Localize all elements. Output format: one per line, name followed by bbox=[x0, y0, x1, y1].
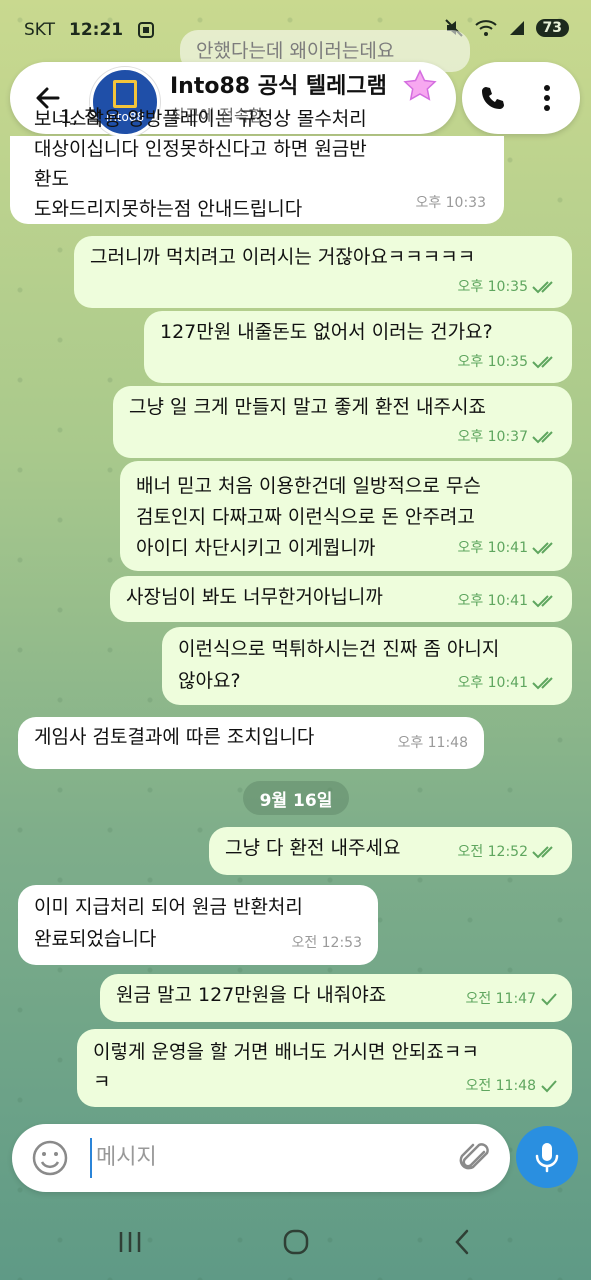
home-icon bbox=[283, 1229, 309, 1255]
message-bubble[interactable]: 이런식으로 먹튀하시는건 진짜 좀 아니지 않아요? 오후 10:41 bbox=[162, 627, 572, 705]
recents-button[interactable] bbox=[100, 1220, 160, 1264]
screenshot-icon bbox=[138, 22, 155, 38]
message-partial-prefix: 1, 참 bbox=[60, 106, 102, 128]
message-input[interactable]: 메시지 bbox=[90, 1138, 456, 1178]
chevron-left-icon bbox=[455, 1229, 469, 1255]
clock: 12:21 bbox=[69, 20, 124, 40]
message-bubble[interactable]: 그냥 일 크게 만들지 말고 좋게 환전 내주시죠 오후 10:37 bbox=[113, 386, 572, 458]
premium-star-icon bbox=[403, 69, 437, 101]
message-bubble[interactable]: 배너 믿고 처음 이용한건데 일방적으로 무슨 검토인지 다짜고짜 이런식으로 … bbox=[120, 461, 572, 571]
message-time: 오후 10:33 bbox=[415, 195, 486, 211]
sent-check-icon bbox=[541, 1080, 557, 1093]
system-navigation-bar bbox=[0, 1200, 591, 1280]
signal-icon bbox=[509, 21, 524, 35]
smiley-icon bbox=[32, 1140, 68, 1176]
message-composer: 메시지 bbox=[12, 1124, 510, 1192]
call-button[interactable] bbox=[470, 76, 516, 120]
more-vertical-icon bbox=[544, 85, 550, 111]
read-check-icon bbox=[532, 595, 553, 608]
message-bubble[interactable]: 그냥 다 환전 내주세요 오전 12:52 bbox=[209, 827, 572, 875]
message-time: 오후 11:48 bbox=[397, 735, 468, 751]
emoji-button[interactable] bbox=[30, 1138, 70, 1178]
message-bubble[interactable]: 원금 말고 127만원을 다 내줘야죠 오전 11:47 bbox=[100, 974, 572, 1022]
message-time: 오전 11:48 bbox=[465, 1071, 558, 1101]
message-bubble[interactable]: 게임사 검토결과에 따른 조치입니다 오후 11:48 bbox=[18, 717, 484, 769]
message-time: 오후 10:35 bbox=[457, 347, 558, 377]
message-bubble[interactable]: 보너스악용 양방플레이는 규정상 몰수처리 대상이십니다 인정못하신다고 하면 … bbox=[10, 108, 504, 224]
carrier-label: SKT bbox=[24, 20, 56, 40]
message-time: 오후 10:35 bbox=[457, 272, 558, 302]
back-nav-button[interactable] bbox=[432, 1220, 492, 1264]
read-check-icon bbox=[532, 356, 553, 369]
message-time: 오전 11:47 bbox=[465, 984, 558, 1014]
chat-title: Into88 공식 텔레그램 bbox=[170, 74, 387, 99]
read-check-icon bbox=[532, 846, 553, 859]
message-text: 그러니까 먹치려고 이러시는 거잖아요ㅋㅋㅋㅋㅋ bbox=[90, 246, 476, 268]
read-check-icon bbox=[532, 281, 553, 294]
message-bubble[interactable]: 사장님이 봐도 너무한거아닙니까 오후 10:41 bbox=[110, 576, 572, 622]
paperclip-icon bbox=[459, 1143, 489, 1170]
message-bubble[interactable]: 이렇게 운영을 할 거면 배너도 거시면 안되죠ㅋㅋ ㅋ 오전 11:48 bbox=[77, 1029, 572, 1107]
phone-icon bbox=[482, 87, 504, 109]
message-bubble[interactable]: 그러니까 먹치려고 이러시는 거잖아요ㅋㅋㅋㅋㅋ 오후 10:35 bbox=[74, 236, 572, 308]
more-button[interactable] bbox=[524, 76, 570, 120]
message-text: 127만원 내줄돈도 없어서 이러는 건가요? bbox=[160, 321, 493, 343]
voice-record-button[interactable] bbox=[516, 1126, 578, 1188]
recents-icon bbox=[119, 1232, 141, 1252]
attach-button[interactable] bbox=[456, 1138, 496, 1178]
read-check-icon bbox=[532, 431, 553, 444]
message-text: 그냥 일 크게 만들지 말고 좋게 환전 내주시죠 bbox=[129, 396, 486, 418]
read-check-icon bbox=[532, 542, 553, 555]
message-bubble[interactable]: 127만원 내줄돈도 없어서 이러는 건가요? 오후 10:35 bbox=[144, 311, 572, 383]
header-actions bbox=[462, 62, 580, 134]
home-button[interactable] bbox=[266, 1220, 326, 1264]
message-time: 오후 10:41 bbox=[457, 533, 558, 563]
message-time: 오후 10:41 bbox=[457, 667, 558, 699]
message-time: 오전 12:52 bbox=[457, 837, 558, 867]
microphone-icon bbox=[535, 1143, 559, 1173]
message-bubble[interactable]: 이미 지급처리 되어 원금 반환처리 완료되었습니다 오전 12:53 bbox=[18, 885, 378, 965]
read-check-icon bbox=[532, 677, 553, 690]
wifi-icon bbox=[474, 20, 497, 36]
sent-check-icon bbox=[541, 993, 557, 1006]
message-time: 오후 10:37 bbox=[457, 422, 558, 452]
message-time: 오전 12:53 bbox=[291, 935, 362, 951]
date-separator: 9월 16일 bbox=[243, 781, 349, 815]
battery-level: 73 bbox=[535, 19, 569, 37]
message-time: 오후 10:41 bbox=[457, 586, 558, 616]
